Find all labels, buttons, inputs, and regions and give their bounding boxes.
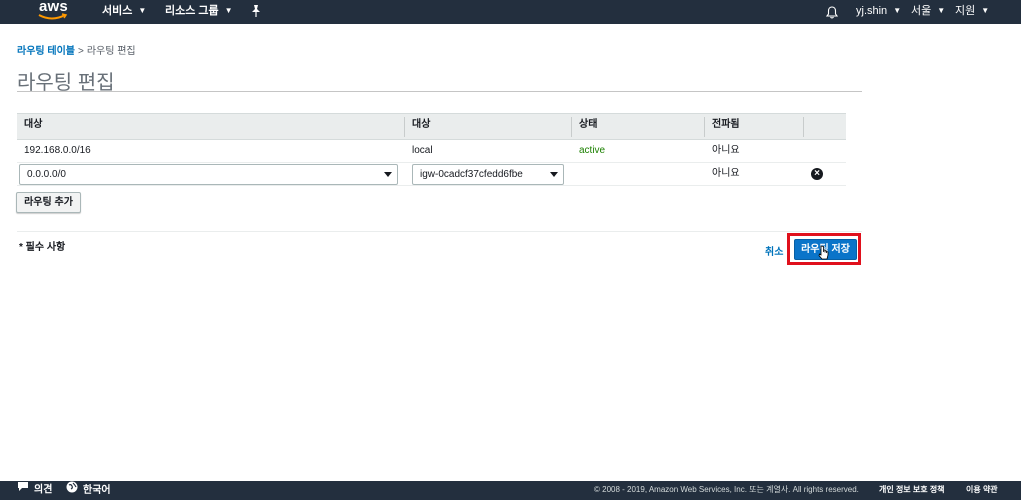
- services-menu[interactable]: 서비스 ▼: [102, 0, 146, 24]
- status-cell: [572, 163, 579, 185]
- header-propagated: 전파됨: [712, 119, 740, 130]
- copyright-text: © 2008 - 2019, Amazon Web Services, Inc.…: [594, 485, 859, 494]
- chevron-down-icon: [384, 172, 392, 177]
- language-selector[interactable]: 한국어: [66, 481, 111, 500]
- language-label: 한국어: [83, 485, 111, 497]
- header-target: 대상: [412, 119, 431, 130]
- destination-select-value: 0.0.0.0/0: [27, 169, 66, 180]
- target-select-value: igw-0cadcf37cfedd6fbe: [420, 169, 523, 180]
- support-label: 지원: [955, 5, 976, 17]
- cancel-button[interactable]: 취소: [765, 243, 783, 258]
- column-divider: [803, 117, 804, 137]
- bell-icon[interactable]: [825, 5, 839, 19]
- breadcrumb-route-tables-link[interactable]: 라우팅 테이블: [17, 46, 75, 57]
- table-header: 대상 대상 상태 전파됨: [17, 113, 846, 140]
- breadcrumb-separator: >: [77, 46, 84, 57]
- feedback-link[interactable]: 의견: [17, 481, 52, 500]
- chevron-down-icon: ▼: [224, 6, 233, 16]
- breadcrumb: 라우팅 테이블 > 라우팅 편집: [17, 42, 136, 57]
- feedback-icon: [17, 481, 29, 499]
- resource-groups-label: 리소스 그룹: [165, 5, 219, 17]
- title-divider: [17, 91, 862, 92]
- privacy-policy-link[interactable]: 개인 정보 보호 정책: [879, 481, 945, 500]
- breadcrumb-current: 라우팅 편집: [86, 46, 136, 57]
- region-menu[interactable]: 서울 ▼: [911, 0, 945, 24]
- chevron-down-icon: ▼: [981, 6, 990, 16]
- cursor-icon: [818, 245, 830, 261]
- table-row: 0.0.0.0/0 igw-0cadcf37cfedd6fbe 아니요 ×: [17, 163, 846, 186]
- destination-cell: 192.168.0.0/16: [24, 145, 91, 156]
- chevron-down-icon: ▼: [937, 6, 946, 16]
- routes-table: 대상 대상 상태 전파됨 192.168.0.0/16 local active…: [17, 113, 846, 186]
- services-label: 서비스: [102, 5, 133, 17]
- table-row: 192.168.0.0/16 local active 아니요: [17, 140, 846, 163]
- remove-circle-icon[interactable]: ×: [811, 168, 823, 180]
- region-label: 서울: [911, 5, 932, 17]
- terms-of-use-link[interactable]: 이용 약관: [966, 481, 998, 500]
- globe-icon: [66, 481, 78, 500]
- resource-groups-menu[interactable]: 리소스 그룹 ▼: [165, 0, 233, 24]
- pin-icon[interactable]: [250, 4, 262, 18]
- support-menu[interactable]: 지원 ▼: [955, 0, 989, 24]
- status-cell: active: [579, 145, 606, 156]
- feedback-label: 의견: [34, 484, 53, 496]
- target-select[interactable]: igw-0cadcf37cfedd6fbe: [412, 164, 564, 185]
- form-footer-divider: [17, 231, 862, 232]
- propagated-cell: 아니요: [712, 168, 740, 179]
- add-route-button[interactable]: 라우팅 추가: [16, 192, 81, 213]
- chevron-down-icon: [550, 172, 558, 177]
- chevron-down-icon: ▼: [893, 6, 902, 16]
- header-status: 상태: [579, 119, 598, 130]
- top-nav: aws 서비스 ▼ 리소스 그룹 ▼ yj.shin ▼ 서울 ▼ 지원 ▼: [0, 0, 1021, 24]
- aws-logo-icon[interactable]: aws: [38, 0, 68, 22]
- target-cell: local: [412, 145, 433, 156]
- required-note: * 필수 사항: [19, 242, 66, 253]
- header-destination: 대상: [24, 119, 43, 130]
- user-label: yj.shin: [856, 5, 888, 17]
- bottom-bar: 의견 한국어 © 2008 - 2019, Amazon Web Service…: [0, 481, 1021, 500]
- propagated-cell: 아니요: [712, 145, 740, 156]
- user-menu[interactable]: yj.shin ▼: [856, 0, 901, 24]
- destination-select[interactable]: 0.0.0.0/0: [19, 164, 398, 185]
- chevron-down-icon: ▼: [138, 6, 147, 16]
